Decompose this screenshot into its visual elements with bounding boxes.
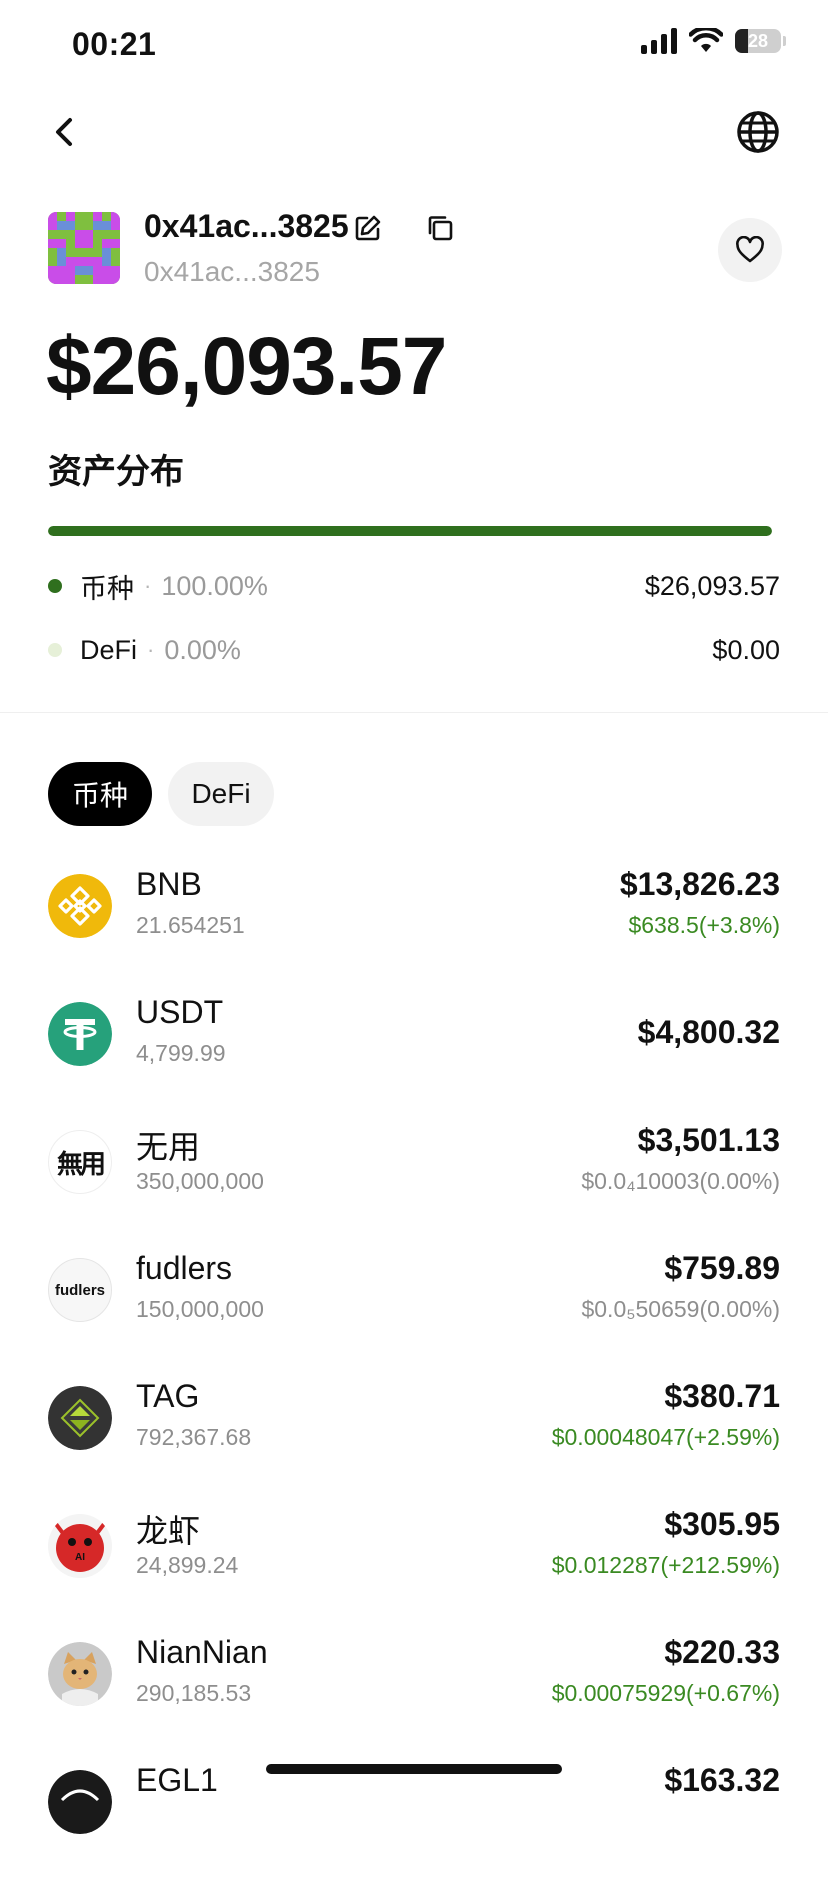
distribution-name: DeFi <box>80 634 138 665</box>
language-button[interactable] <box>736 110 780 154</box>
edit-wallet-name-button[interactable] <box>354 214 382 242</box>
globe-icon <box>737 111 779 153</box>
wallet-avatar <box>48 212 120 284</box>
battery-nub <box>783 36 786 46</box>
distribution-value: $26,093.57 <box>644 570 780 601</box>
token-value: $3,501.13 <box>637 1122 780 1158</box>
total-balance: $26,093.57 <box>46 321 447 412</box>
egl1-icon <box>48 1770 112 1834</box>
token-row-egl1[interactable]: EGL1 $163.32 <box>0 1762 828 1898</box>
asset-distribution-bar-fill <box>48 526 772 536</box>
token-amount: 150,000,000 <box>136 1296 264 1322</box>
token-name: USDT <box>136 994 224 1030</box>
tab-tokens[interactable]: 币种 <box>48 762 152 826</box>
token-price: $0.0₄10003(0.00%) <box>581 1168 780 1194</box>
token-amount: 290,185.53 <box>136 1680 252 1706</box>
token-amount: 4,799.99 <box>136 1040 226 1066</box>
token-row-usdt[interactable]: USDT 4,799.99 $4,800.32 <box>0 994 828 1130</box>
token-row-lobster[interactable]: AI 龙虾 24,899.24 $305.95 $0.012287(+212.5… <box>0 1506 828 1642</box>
asset-distribution-title: 资产分布 <box>48 453 184 491</box>
token-row-niannian[interactable]: NianNian 290,185.53 $220.33 $0.00075929(… <box>0 1634 828 1770</box>
legend-dot <box>48 643 62 657</box>
token-row-fudlers[interactable]: fudlers fudlers 150,000,000 $759.89 $0.0… <box>0 1250 828 1386</box>
favorite-button[interactable] <box>718 218 782 282</box>
fudlers-icon-text: fudlers <box>54 1281 105 1299</box>
token-value: $220.33 <box>664 1634 780 1670</box>
token-name: EGL1 <box>136 1762 218 1798</box>
status-bar: 00:21 28 <box>0 0 828 90</box>
copy-address-button[interactable] <box>426 214 454 242</box>
edit-icon <box>355 215 381 241</box>
token-price: $0.00075929(+0.67%) <box>551 1680 780 1706</box>
niannian-cat-icon <box>48 1642 112 1706</box>
token-value: $163.32 <box>664 1762 780 1798</box>
token-amount: 350,000,000 <box>136 1168 264 1194</box>
token-row-tag[interactable]: TAG 792,367.68 $380.71 $0.00048047(+2.59… <box>0 1378 828 1514</box>
token-amount: 792,367.68 <box>136 1424 252 1450</box>
token-price: $638.5(+3.8%) <box>628 912 780 938</box>
token-row-wuyong[interactable]: 無用 无用 350,000,000 $3,501.13 $0.0₄10003(0… <box>0 1122 828 1258</box>
token-value: $380.71 <box>664 1378 780 1414</box>
lobster-icon: AI <box>48 1514 112 1578</box>
fudlers-icon: fudlers <box>48 1258 112 1322</box>
token-row-bnb[interactable]: BNB 21.654251 $13,826.23 $638.5(+3.8%) <box>0 866 828 1002</box>
wallet-address: 0x41ac...3825 <box>144 256 320 287</box>
token-price: $0.00048047(+2.59%) <box>551 1424 780 1450</box>
copy-icon <box>428 216 453 241</box>
distribution-percent: 100.00% <box>161 570 268 601</box>
token-name: 龙虾 <box>136 1513 201 1549</box>
token-value: $759.89 <box>664 1250 780 1286</box>
wifi-icon <box>689 28 723 52</box>
usdt-icon <box>48 1002 112 1066</box>
distribution-separator: · <box>147 637 155 662</box>
cellular-signal-icon <box>641 28 677 54</box>
distribution-row-defi: DeFi · 0.00% $0.00 <box>48 630 780 670</box>
pixel-avatar-icon <box>48 212 120 284</box>
section-divider <box>0 712 828 713</box>
wuyong-icon: 無用 <box>48 1130 112 1194</box>
tab-defi[interactable]: DeFi <box>168 762 274 826</box>
token-price: $0.0₅50659(0.00%) <box>581 1296 780 1322</box>
distribution-name: 币种 <box>80 573 134 604</box>
bnb-icon <box>48 874 112 938</box>
distribution-row-tokens: 币种 · 100.00% $26,093.57 <box>48 566 780 606</box>
wuyong-icon-glyph: 無用 <box>56 1149 106 1180</box>
chevron-left-icon <box>56 118 72 146</box>
token-name: fudlers <box>136 1250 233 1286</box>
token-value: $13,826.23 <box>619 866 780 902</box>
token-name: 无用 <box>136 1129 201 1165</box>
token-amount: 24,899.24 <box>136 1552 239 1578</box>
distribution-percent: 0.00% <box>164 634 241 665</box>
token-value: $4,800.32 <box>637 1014 780 1050</box>
status-time: 00:21 <box>72 26 157 62</box>
token-name: NianNian <box>136 1634 268 1670</box>
heart-icon <box>736 236 764 263</box>
legend-dot <box>48 579 62 593</box>
status-icons: 28 <box>641 28 786 54</box>
asset-distribution-bar <box>48 526 772 536</box>
token-name: BNB <box>136 866 202 902</box>
token-value: $305.95 <box>664 1506 780 1542</box>
distribution-value: $0.00 <box>712 634 780 665</box>
tag-icon <box>48 1386 112 1450</box>
wallet-name: 0x41ac...3825 <box>144 208 349 244</box>
distribution-separator: · <box>144 573 152 598</box>
home-indicator <box>266 1764 562 1774</box>
battery-icon: 28 <box>735 29 781 53</box>
token-price: $0.012287(+212.59%) <box>551 1552 780 1578</box>
token-name: TAG <box>136 1378 200 1414</box>
lobster-icon-label: AI <box>75 1552 85 1563</box>
back-button[interactable] <box>46 110 86 154</box>
token-amount: 21.654251 <box>136 912 245 938</box>
battery-level: 28 <box>747 30 769 51</box>
